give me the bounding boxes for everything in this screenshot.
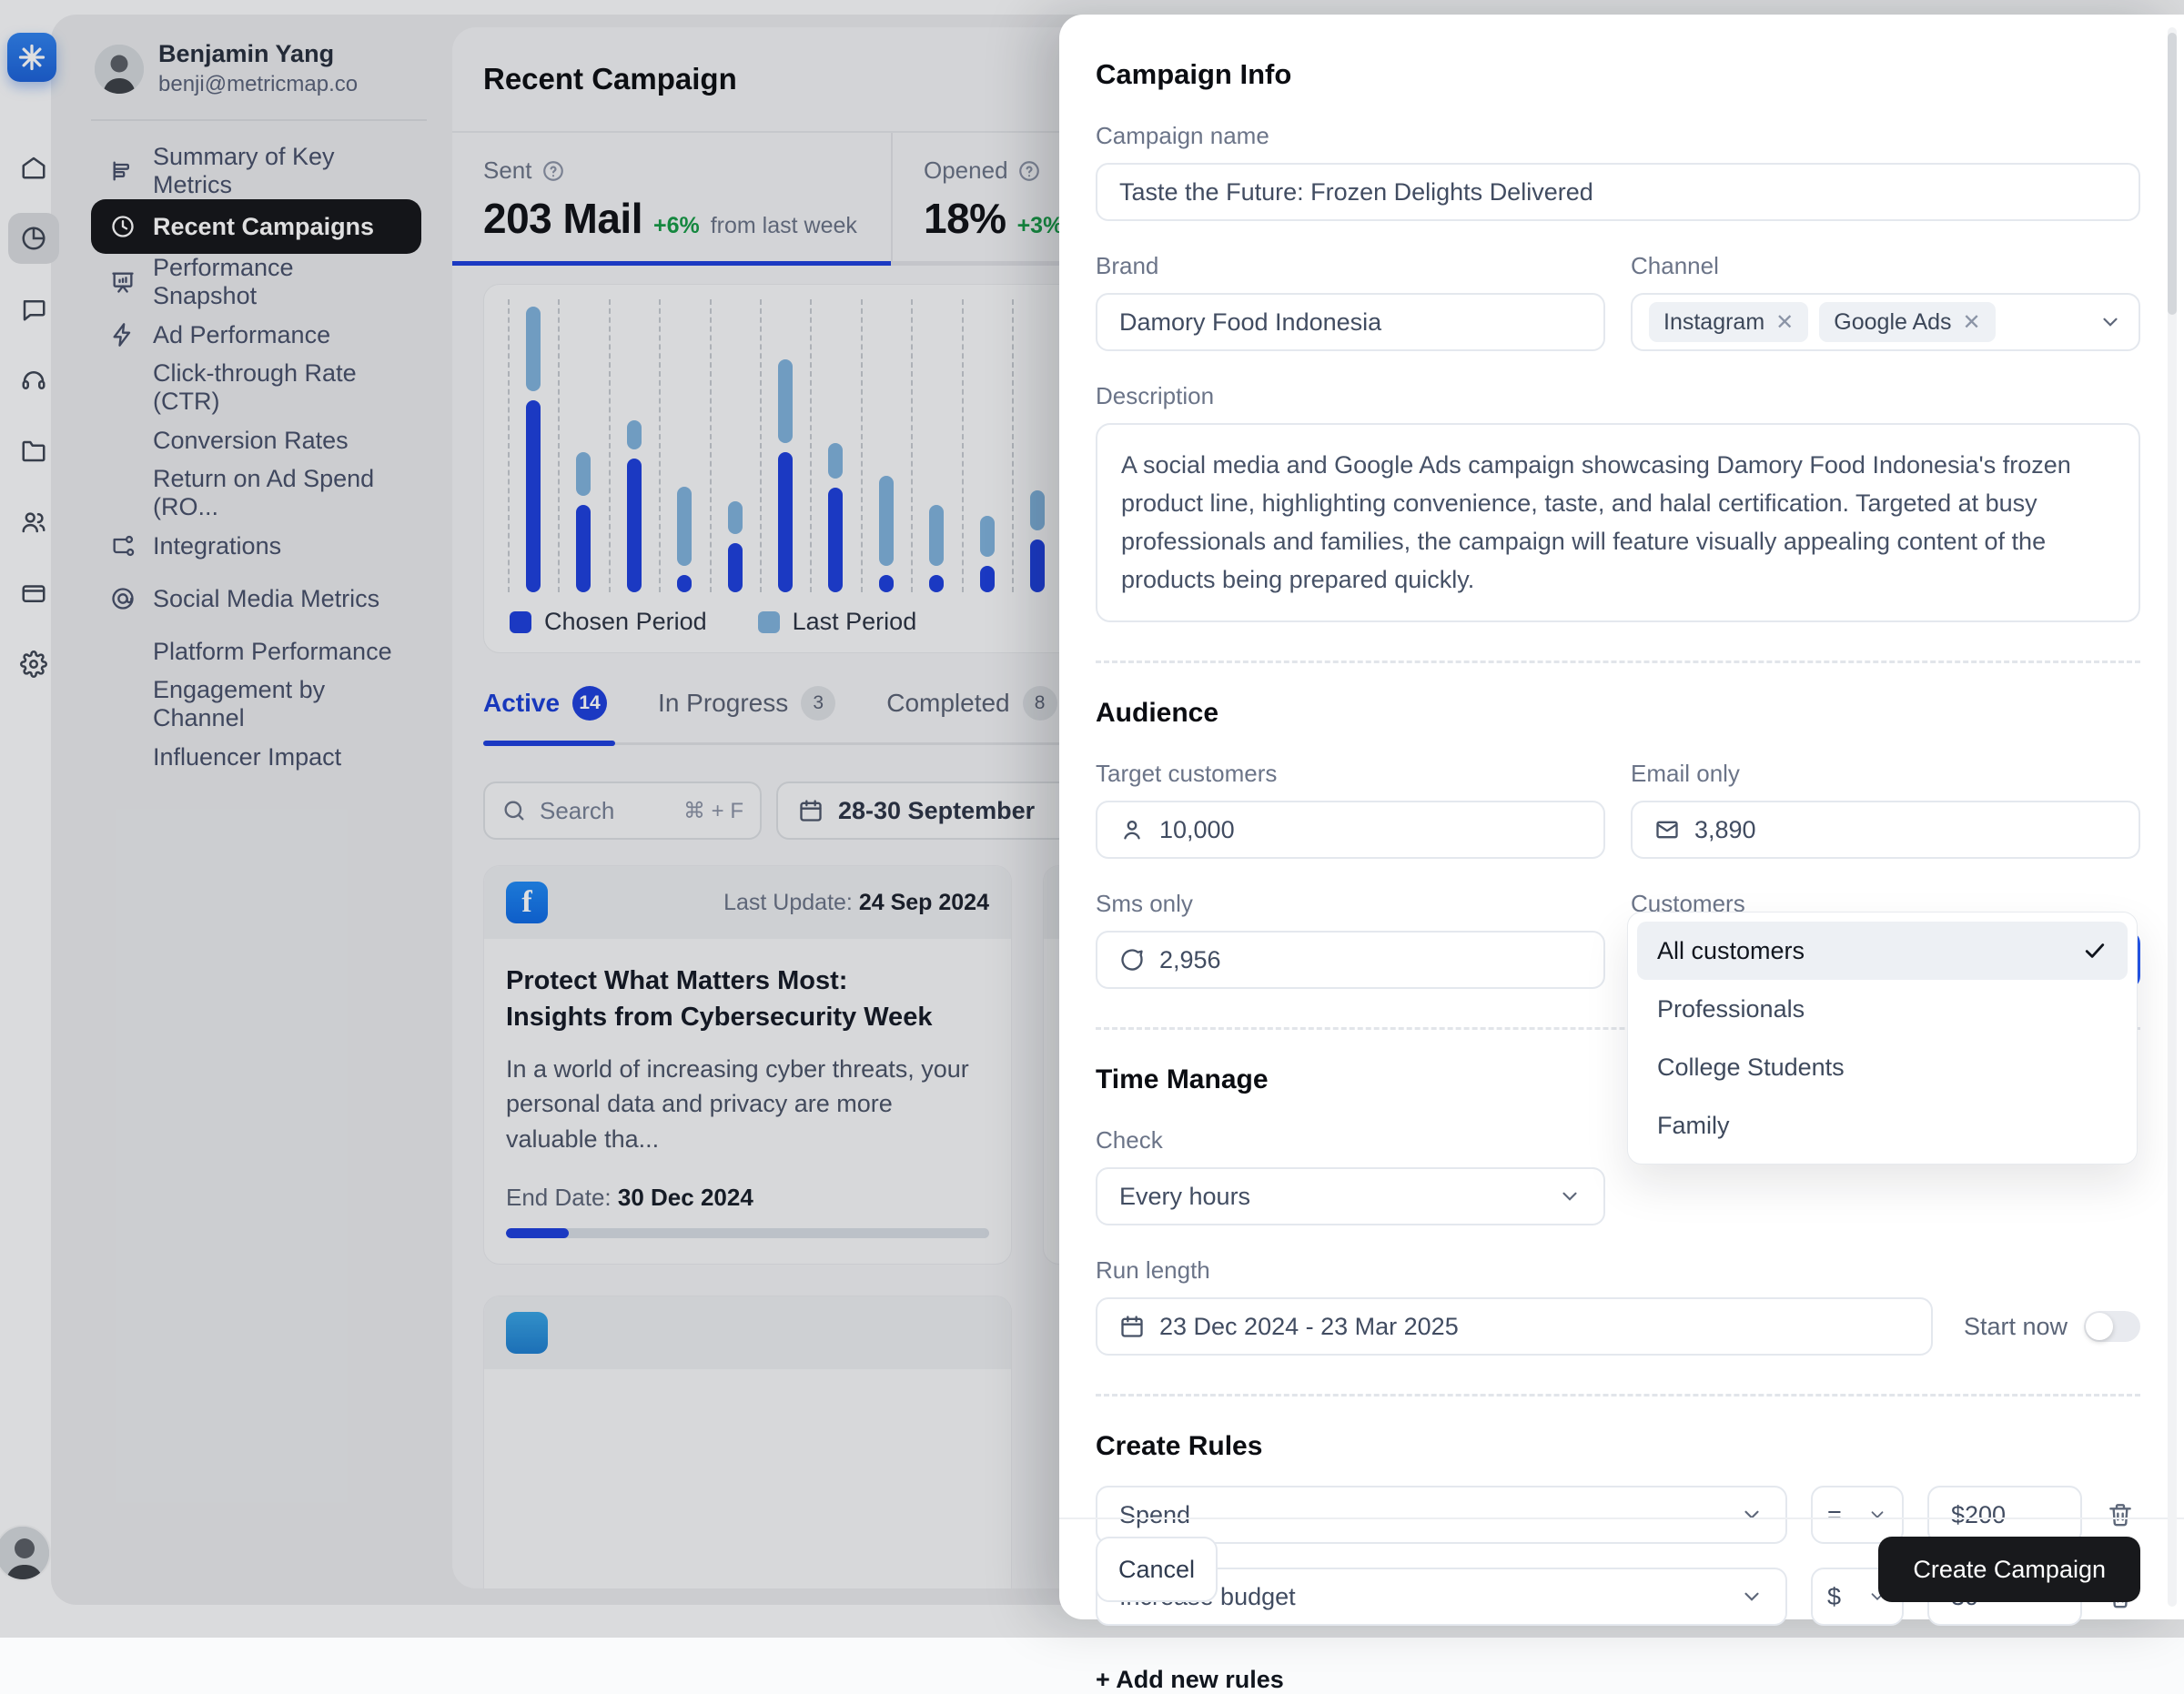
modal-scrollbar[interactable] [2168,27,2177,1607]
section-divider [1096,660,2140,664]
dropdown-option-professionals[interactable]: Professionals [1637,980,2128,1038]
create-campaign-button[interactable]: Create Campaign [1878,1537,2140,1602]
person-icon [1119,817,1145,842]
field-label: Brand [1096,252,1159,279]
dropdown-option-college-students[interactable]: College Students [1637,1038,2128,1096]
dropdown-option-family[interactable]: Family [1637,1096,2128,1155]
field-label: Run length [1096,1256,1210,1285]
remove-chip-icon[interactable]: ✕ [1963,309,1981,336]
create-rules-heading: Create Rules [1096,1431,1263,1462]
add-new-rules-link[interactable]: + Add new rules [1096,1666,2140,1694]
field-label: Campaign name [1096,122,1269,149]
description-textarea[interactable]: A social media and Google Ads campaign s… [1096,423,2140,623]
check-icon [2082,938,2108,963]
remove-chip-icon[interactable]: ✕ [1775,309,1794,336]
cancel-button[interactable]: Cancel [1096,1537,1218,1602]
field-label: Check [1096,1126,1163,1155]
customers-dropdown: All customers Professionals College Stud… [1627,912,2138,1165]
check-frequency-select[interactable]: Every hours [1096,1167,1605,1226]
channel-multiselect[interactable]: Instagram ✕ Google Ads ✕ [1631,293,2140,351]
section-divider [1096,1394,2140,1397]
channel-chip-google-ads: Google Ads ✕ [1819,302,1996,342]
field-label: Description [1096,382,1215,409]
email-only-input[interactable]: 3,890 [1631,801,2140,860]
dropdown-option-all-customers[interactable]: All customers [1637,922,2128,980]
field-label: Target customers [1096,760,1278,788]
chevron-down-icon[interactable] [2098,310,2122,334]
modal-footer: Cancel Create Campaign [1059,1518,2184,1619]
start-now-toggle[interactable] [2084,1311,2140,1343]
field-label: Channel [1631,252,1719,279]
start-now-label: Start now [1963,1312,2068,1340]
audience-heading: Audience [1096,698,1219,729]
sms-only-input[interactable]: 2,956 [1096,931,1605,990]
channel-chip-instagram: Instagram ✕ [1649,302,1809,342]
chat-bubble-icon [1119,947,1145,973]
modal-title: Campaign Info [1096,58,1292,90]
brand-input[interactable]: Damory Food Indonesia [1096,293,1605,351]
run-length-date-picker[interactable]: 23 Dec 2024 - 23 Mar 2025 [1096,1297,1933,1356]
field-label: Sms only [1096,890,1193,918]
campaign-name-input[interactable]: Taste the Future: Frozen Delights Delive… [1096,163,2140,221]
field-label: Email only [1631,760,1740,788]
mail-icon [1654,817,1680,842]
target-customers-input[interactable]: 10,000 [1096,801,1605,860]
create-campaign-modal: Campaign Info Campaign name Taste the Fu… [1059,15,2184,1693]
calendar-icon [1119,1314,1145,1339]
chevron-down-icon[interactable] [1558,1185,1582,1208]
